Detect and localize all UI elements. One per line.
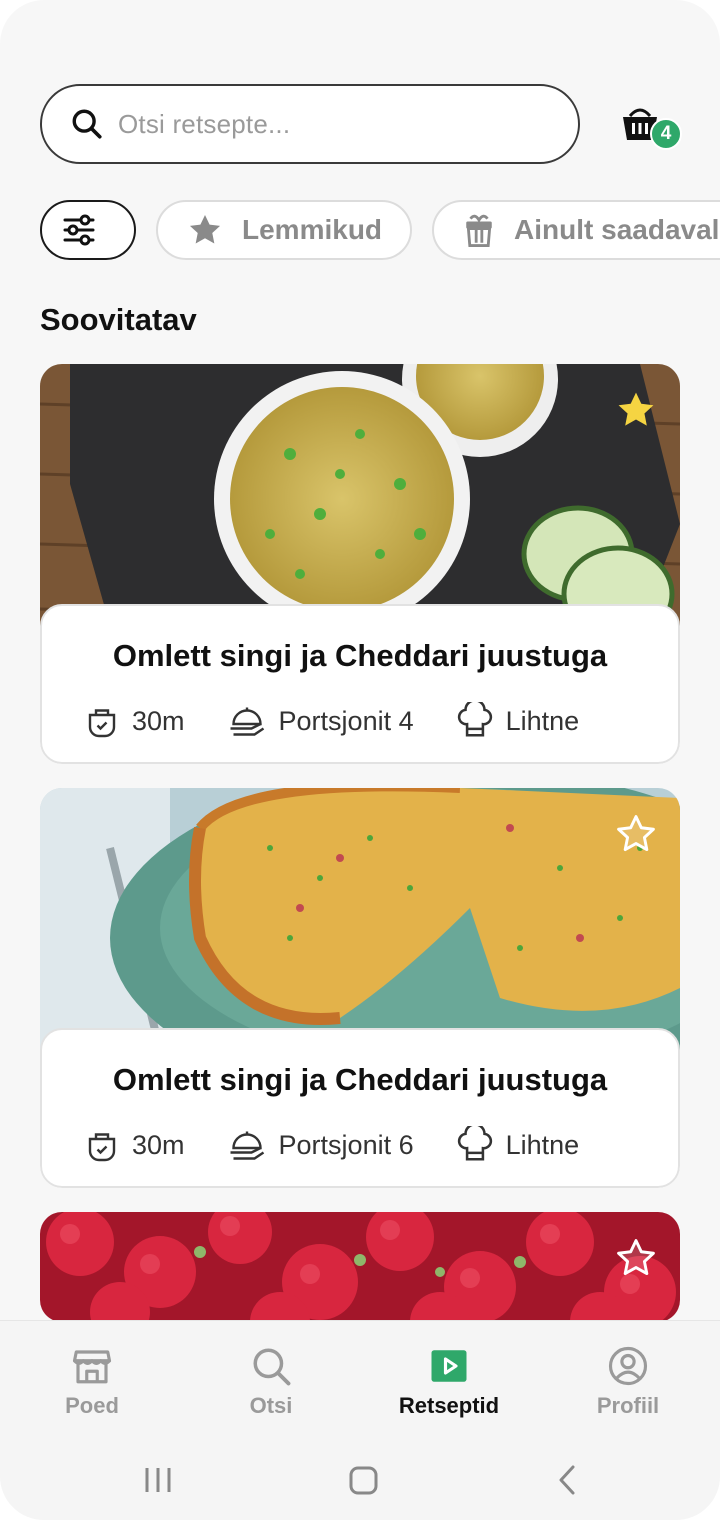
nav-label: Otsi	[249, 1393, 293, 1418]
favorite-star-icon[interactable]	[614, 388, 658, 432]
recipe-info: Omlett singi ja Cheddari juustuga 30m Po…	[40, 604, 680, 764]
nav-item-profiil[interactable]: Profiil	[538, 1341, 718, 1419]
recipe-portions: Portsjonit 6	[278, 1129, 414, 1160]
basket-count-badge: 4	[650, 118, 682, 150]
recipe-time: 30m	[132, 705, 185, 736]
gift-box-icon	[466, 214, 492, 247]
system-navigation-bar	[0, 1440, 720, 1520]
search-icon	[253, 1348, 291, 1386]
nav-label: Retseptid	[398, 1393, 500, 1418]
section-title: Soovitatav	[40, 302, 197, 337]
recipe-card[interactable]: Omlett singi ja Cheddari juustuga 30m Po…	[40, 788, 680, 1188]
recipe-title: Omlett singi ja Cheddari juustuga	[112, 638, 608, 673]
back-icon[interactable]	[559, 1465, 575, 1495]
favorite-star-icon[interactable]	[614, 1236, 658, 1280]
recipe-difficulty: Lihtne	[505, 705, 580, 736]
search-icon	[72, 109, 102, 139]
nav-item-poed[interactable]: Poed	[2, 1341, 182, 1419]
filter-available-chip[interactable]: Ainult saadaval	[432, 200, 720, 260]
recipe-card[interactable]	[40, 1212, 680, 1322]
recipe-image	[40, 1212, 680, 1322]
recipe-image	[40, 364, 680, 626]
chef-hat-icon	[457, 702, 492, 737]
chef-hat-icon	[457, 1126, 492, 1161]
star-icon	[189, 214, 221, 244]
favorite-star-icon[interactable]	[614, 812, 658, 856]
timer-pot-icon	[88, 1133, 116, 1162]
search-placeholder: Otsi retsepte...	[118, 108, 291, 139]
home-icon[interactable]	[349, 1466, 378, 1495]
serving-dish-icon	[230, 1131, 264, 1160]
recipe-info: Omlett singi ja Cheddari juustuga 30m Po…	[40, 1028, 680, 1188]
nav-label: Poed	[65, 1393, 119, 1418]
recipe-meta: 30m Portsjonit 4 Lihtne	[84, 702, 579, 740]
filter-bar: Lemmikud Ainult saadaval	[40, 200, 720, 260]
search-input[interactable]: Otsi retsepte...	[40, 84, 580, 164]
recipe-title: Omlett singi ja Cheddari juustuga	[112, 1062, 608, 1097]
recipe-portions: Portsjonit 4	[278, 705, 414, 736]
serving-dish-icon	[230, 707, 264, 736]
basket-button[interactable]: 4	[618, 104, 682, 152]
app-screen: Otsi retsepte... 4 Lemmikud Ainult saada…	[0, 0, 720, 1520]
recipe-meta: 30m Portsjonit 6 Lihtne	[84, 1126, 579, 1164]
filter-available-label: Ainult saadaval	[514, 214, 720, 245]
nav-item-otsi[interactable]: Otsi	[181, 1341, 361, 1419]
recipe-card[interactable]: Omlett singi ja Cheddari juustuga 30m Po…	[40, 364, 680, 764]
play-icon	[431, 1350, 467, 1382]
sliders-icon	[63, 214, 95, 246]
filter-favorites-chip[interactable]: Lemmikud	[156, 200, 413, 260]
store-icon	[72, 1350, 112, 1384]
nav-label: Profiil	[596, 1393, 660, 1418]
timer-pot-icon	[88, 709, 116, 738]
recent-apps-icon[interactable]	[145, 1468, 171, 1492]
recipe-image	[40, 788, 680, 1050]
filter-settings-button[interactable]	[40, 200, 136, 260]
nav-item-retseptid[interactable]: Retseptid	[359, 1341, 539, 1419]
recipe-difficulty: Lihtne	[505, 1129, 580, 1160]
recipe-time: 30m	[132, 1129, 185, 1160]
filter-favorites-label: Lemmikud	[242, 214, 383, 245]
user-circle-icon	[608, 1346, 648, 1386]
